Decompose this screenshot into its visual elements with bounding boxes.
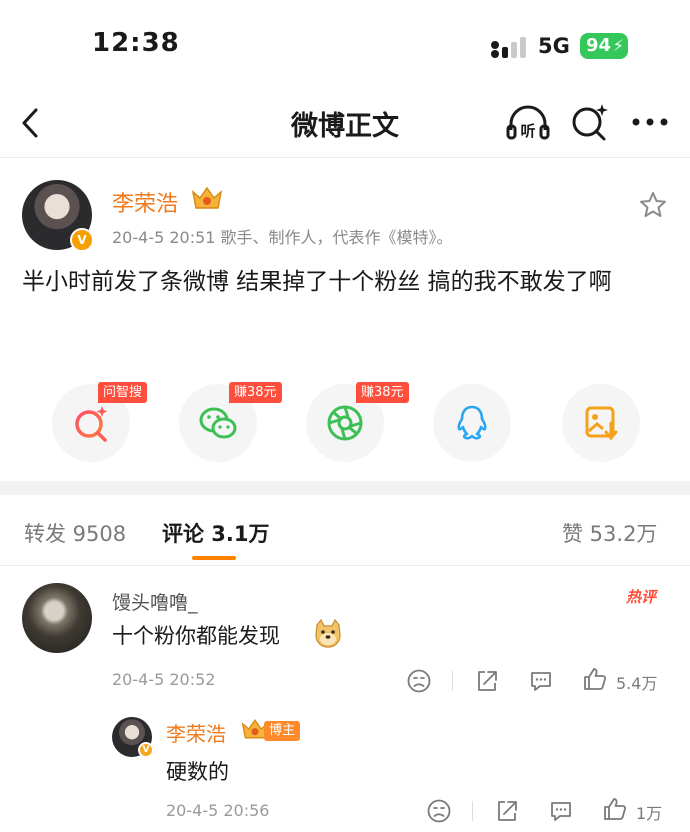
headphones-listen-icon[interactable]: 听 (504, 100, 552, 144)
post-text: 半小时前发了条微博 结果掉了十个粉丝 搞的我不敢发了啊 (22, 269, 612, 295)
reply-comment-icon-2[interactable] (548, 798, 574, 824)
reply-action-divider (472, 801, 473, 821)
nav-divider (0, 157, 690, 158)
charging-bolt-icon: ⚡ (612, 36, 624, 55)
tab-comments[interactable]: 评论 3.1万 (162, 518, 270, 548)
save-image-icon (585, 406, 618, 441)
verified-badge-icon: V (70, 228, 94, 252)
share-tag-ask: 问智搜 (98, 382, 148, 403)
crown-member-icon (191, 186, 223, 209)
tab-likes[interactable]: 赞 53.2万 (562, 518, 657, 548)
comment-like-count: 5.4万 (616, 674, 658, 693)
network-type: 5G (538, 34, 570, 58)
post-meta: 20-4-5 20:51 歌手、制作人，代表作《模特》。 (112, 228, 453, 247)
reply-dislike-face-icon[interactable] (426, 798, 452, 824)
reply-like-count: 1万 (636, 804, 663, 823)
reply-thumbs-up-icon[interactable] (602, 796, 628, 822)
doge-emoji-icon (315, 618, 341, 648)
action-divider (452, 671, 453, 691)
share-save-image-button[interactable] (562, 384, 640, 462)
more-options-icon[interactable] (628, 102, 672, 142)
moments-icon (327, 405, 363, 441)
dislike-face-icon[interactable] (406, 668, 432, 694)
share-qq-button[interactable] (433, 384, 511, 462)
active-tab-indicator (192, 556, 236, 560)
qq-icon (457, 405, 487, 440)
search-icon[interactable] (568, 100, 612, 144)
battery-level: 94 (586, 35, 612, 56)
weibo-post-page: 12:38 5G 94 ⚡ 微博正文 听 V 李荣浩 20-4-5 20:51 … (0, 0, 690, 832)
listen-label: 听 (520, 122, 535, 140)
signal-icon (491, 37, 526, 58)
hot-comment-badge: 热评 (626, 588, 657, 606)
reply-text: 硬数的 (166, 760, 229, 784)
share-icon[interactable] (474, 668, 500, 694)
comment-time: 20-4-5 20:52 (112, 670, 216, 689)
battery-indicator: 94 ⚡ (580, 33, 628, 59)
author-name[interactable]: 李荣浩 (112, 186, 178, 218)
tab-repost[interactable]: 转发 9508 (24, 518, 126, 548)
share-tag-earn-moments: 赚38元 (356, 382, 409, 403)
reply-comment-icon[interactable] (528, 668, 554, 694)
comment-text: 十个粉你都能发现 (112, 624, 280, 648)
reply-verified-badge-icon: V (138, 742, 154, 758)
clock: 12:38 (92, 28, 180, 58)
tabs-divider (0, 565, 690, 566)
section-divider (0, 481, 690, 495)
reply-author-name[interactable]: 李荣浩 (166, 718, 226, 747)
navigation-bar: 微博正文 听 (0, 92, 690, 154)
status-bar: 12:38 5G 94 ⚡ (0, 0, 690, 92)
zhisou-search-icon (75, 406, 108, 442)
commenter-name[interactable]: 馒头噜噜_ (112, 588, 198, 615)
commenter-avatar[interactable] (22, 583, 92, 653)
share-tag-earn-wechat: 赚38元 (229, 382, 282, 403)
reply-time: 20-4-5 20:56 (166, 801, 270, 820)
favorite-star-icon[interactable] (638, 190, 668, 220)
thumbs-up-icon[interactable] (582, 666, 608, 692)
reply-share-icon[interactable] (494, 798, 520, 824)
wechat-icon (199, 407, 237, 439)
blogger-badge: 博主 (264, 721, 301, 741)
